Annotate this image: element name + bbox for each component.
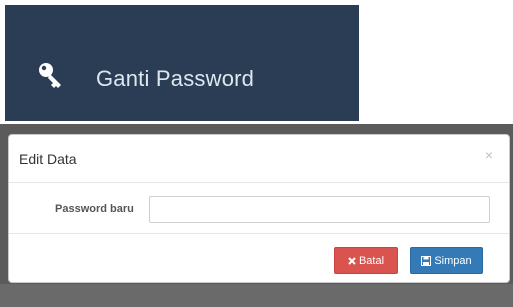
modal-footer: Batal Simpan	[9, 235, 509, 284]
new-password-label: Password baru	[55, 203, 134, 215]
modal-header: Edit Data ×	[9, 135, 509, 183]
cancel-label: Batal	[358, 254, 385, 267]
edit-data-modal: Edit Data × Password baru Batal Simpan	[8, 134, 510, 283]
close-icon[interactable]: ×	[485, 147, 493, 163]
floppy-disk-icon	[421, 255, 432, 266]
modal-title: Edit Data	[19, 151, 77, 167]
cancel-button[interactable]: Batal	[334, 247, 398, 274]
banner-label: Ganti Password	[96, 66, 255, 91]
save-button[interactable]: Simpan	[410, 247, 483, 274]
key-icon	[37, 61, 71, 89]
new-password-input[interactable]	[149, 196, 490, 223]
times-icon	[348, 256, 356, 265]
change-password-banner[interactable]: Ganti Password	[5, 5, 359, 121]
backdrop-content	[0, 284, 513, 307]
modal-body: Password baru	[9, 183, 509, 234]
save-label: Simpan	[434, 254, 472, 267]
